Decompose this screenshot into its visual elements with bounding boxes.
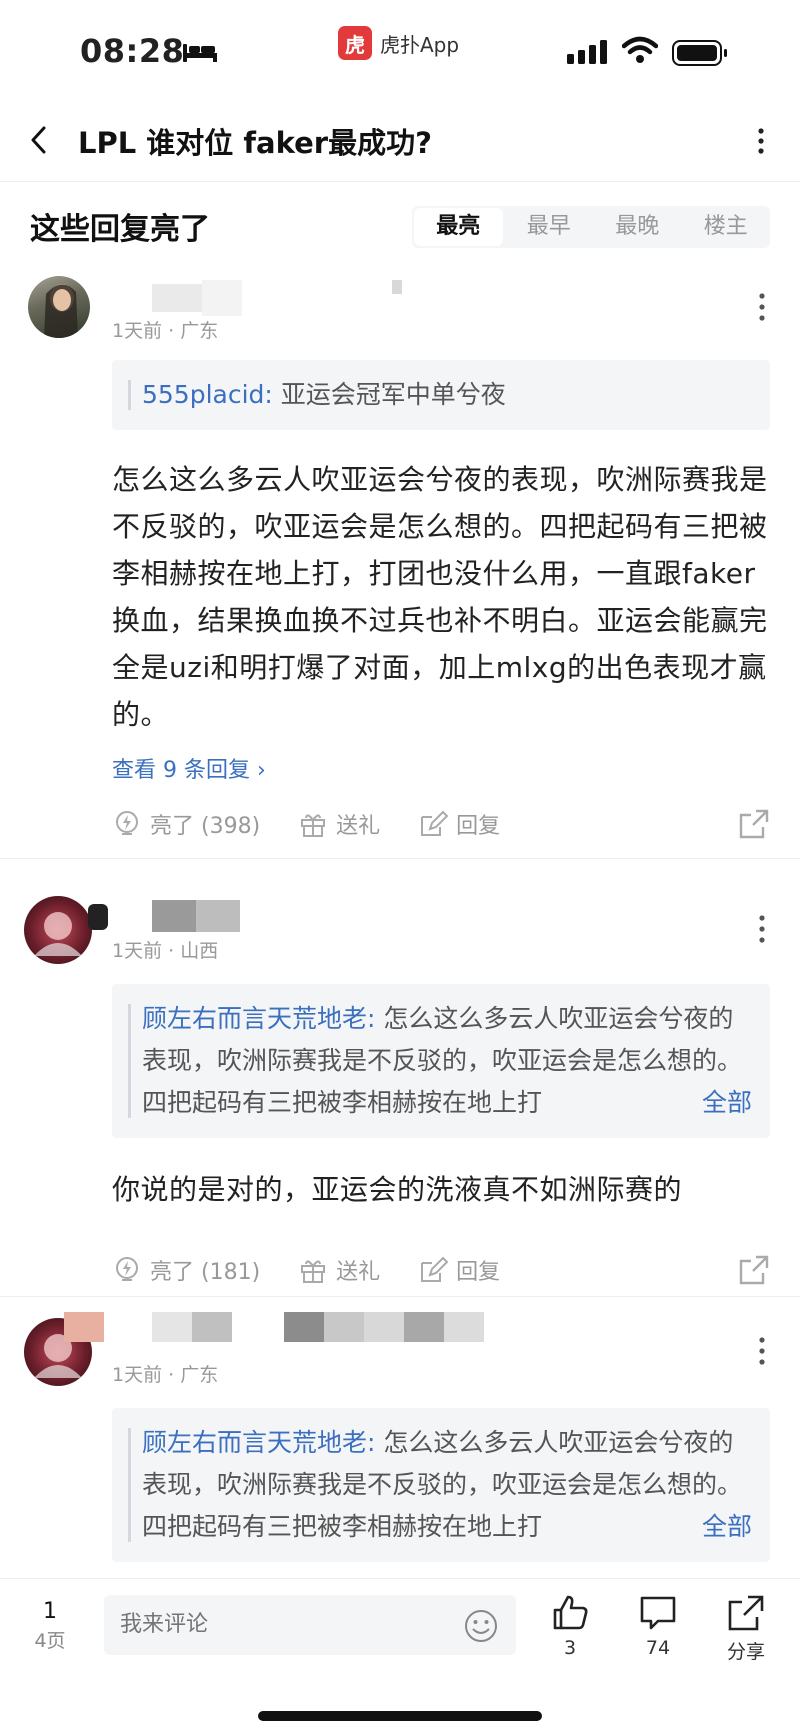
bottom-action-bar: 1 4页 3 74 分享	[0, 1578, 800, 1735]
avatar[interactable]	[28, 276, 90, 338]
cellular-signal-icon	[567, 40, 607, 64]
comment-body: 怎么这么多云人吹亚运会兮夜的表现，吹洲际赛我是不反驳的，吹亚运会是怎么想的。四把…	[112, 463, 768, 731]
comment-actions: 亮了 (398) 送礼 回复	[112, 804, 772, 844]
comment-meta: 1天前 · 广东	[112, 1364, 219, 1386]
comment-item: 1天前 · 山西 顾左右而言天荒地老: 怎么这么多云人吹亚运会兮夜的表现，吹洲际…	[0, 888, 800, 1288]
page-indicator[interactable]: 1 4页	[30, 1599, 70, 1653]
comments-button[interactable]: 74	[623, 1593, 693, 1659]
gift-button[interactable]: 送礼	[298, 1254, 380, 1286]
emoji-icon[interactable]	[464, 1609, 498, 1643]
share-button[interactable]: 分享	[711, 1593, 781, 1664]
share-icon	[728, 1595, 764, 1631]
quote-author[interactable]: 顾左右而言天荒地老:	[142, 1428, 375, 1457]
section-title: 这些回复亮了	[30, 212, 210, 247]
home-indicator[interactable]	[258, 1711, 542, 1721]
share-comment-icon[interactable]	[738, 1254, 770, 1286]
quote-author[interactable]: 顾左右而言天荒地老:	[142, 1004, 375, 1033]
comment-bubble-icon	[640, 1596, 676, 1630]
comment-more-icon[interactable]	[758, 914, 766, 944]
reply-label: 回复	[456, 814, 501, 839]
quoted-reply[interactable]: 顾左右而言天荒地老: 怎么这么多云人吹亚运会兮夜的表现，吹洲际赛我是不反驳的，吹…	[112, 1408, 770, 1562]
like-count: 亮了 (398)	[150, 814, 261, 839]
quote-author[interactable]: 555placid:	[142, 380, 273, 409]
like-button[interactable]: 亮了 (181)	[112, 1254, 260, 1286]
app-badge: 虎 虎扑App	[338, 26, 459, 60]
avatar-figure-icon	[34, 912, 82, 956]
clock: 08:28	[80, 32, 185, 70]
edit-reply-icon	[421, 1256, 449, 1282]
comment-more-icon[interactable]	[758, 292, 766, 322]
comment-actions: 亮了 (181) 送礼 回复	[112, 1250, 772, 1290]
gift-icon	[301, 1260, 326, 1283]
comment-input[interactable]	[104, 1595, 516, 1655]
divider	[0, 1296, 800, 1297]
edit-reply-icon	[421, 810, 449, 836]
gift-label: 送礼	[336, 1260, 381, 1285]
comment-body: 你说的是对的，亚运会的洗液真不如洲际赛的	[112, 1173, 683, 1206]
avatar[interactable]	[24, 896, 92, 964]
thumbs-up-icon	[553, 1595, 588, 1630]
hupu-logo: 虎	[338, 26, 372, 60]
divider	[0, 858, 800, 859]
expand-all-link[interactable]: 全部	[687, 1506, 752, 1548]
comment-meta: 1天前 · 广东	[112, 320, 219, 342]
status-bar: 08:28 虎 虎扑App	[0, 0, 800, 100]
tab-latest[interactable]: 最晚	[593, 206, 682, 248]
recommend-count: 3	[563, 1637, 577, 1659]
username-redacted	[64, 1312, 484, 1342]
total-pages: 4页	[34, 1630, 66, 1652]
battery-icon	[672, 40, 727, 66]
expand-all-link[interactable]: 全部	[687, 1082, 752, 1124]
lightbulb-icon	[116, 1257, 138, 1281]
username-redacted	[152, 280, 402, 316]
share-comment-icon[interactable]	[738, 808, 770, 840]
comment-more-icon[interactable]	[758, 1336, 766, 1366]
nav-bar: LPL 谁对位 faker最成功?	[0, 100, 800, 182]
quoted-reply[interactable]: 555placid: 亚运会冠军中单兮夜	[112, 360, 770, 430]
comment-item: 1天前 · 广东 顾左右而言天荒地老: 怎么这么多云人吹亚运会兮夜的表现，吹洲际…	[0, 1306, 800, 1576]
more-options-icon[interactable]	[756, 126, 766, 156]
page-title: LPL 谁对位 faker最成功?	[78, 126, 432, 160]
username-redacted	[88, 900, 240, 932]
reply-label: 回复	[456, 1260, 501, 1285]
avatar-figure-icon	[44, 284, 78, 338]
sleep-focus-icon	[183, 44, 217, 62]
gift-icon	[301, 814, 326, 837]
like-button[interactable]: 亮了 (398)	[112, 808, 260, 840]
current-page: 1	[43, 1599, 57, 1624]
quoted-reply[interactable]: 顾左右而言天荒地老: 怎么这么多云人吹亚运会兮夜的表现，吹洲际赛我是不反驳的，吹…	[112, 984, 770, 1138]
recommend-button[interactable]: 3	[535, 1593, 605, 1659]
like-count: 亮了 (181)	[150, 1260, 261, 1285]
back-icon[interactable]	[24, 124, 56, 156]
comment-item: 1天前 · 广东 555placid: 亚运会冠军中单兮夜 怎么这么多云人吹亚运…	[0, 272, 800, 852]
reply-button[interactable]: 回复	[418, 1254, 500, 1286]
reply-button[interactable]: 回复	[418, 808, 500, 840]
tab-earliest[interactable]: 最早	[505, 206, 594, 248]
comment-count: 74	[645, 1637, 671, 1659]
highlight-section-header: 这些回复亮了 最亮 最早 最晚 楼主	[0, 182, 800, 274]
gift-label: 送礼	[336, 814, 381, 839]
tab-op[interactable]: 楼主	[682, 206, 771, 248]
gift-button[interactable]: 送礼	[298, 808, 380, 840]
share-label: 分享	[726, 1641, 765, 1663]
wifi-icon	[622, 36, 658, 63]
comment-meta: 1天前 · 山西	[112, 940, 219, 962]
lightbulb-icon	[116, 811, 138, 835]
view-replies-link[interactable]: 查看 9 条回复 ›	[112, 752, 266, 784]
tab-brightest[interactable]: 最亮	[414, 208, 503, 246]
app-name: 虎扑App	[380, 32, 460, 57]
sort-tabs: 最亮 最早 最晚 楼主	[412, 206, 770, 248]
quote-text: 亚运会冠军中单兮夜	[272, 380, 506, 409]
